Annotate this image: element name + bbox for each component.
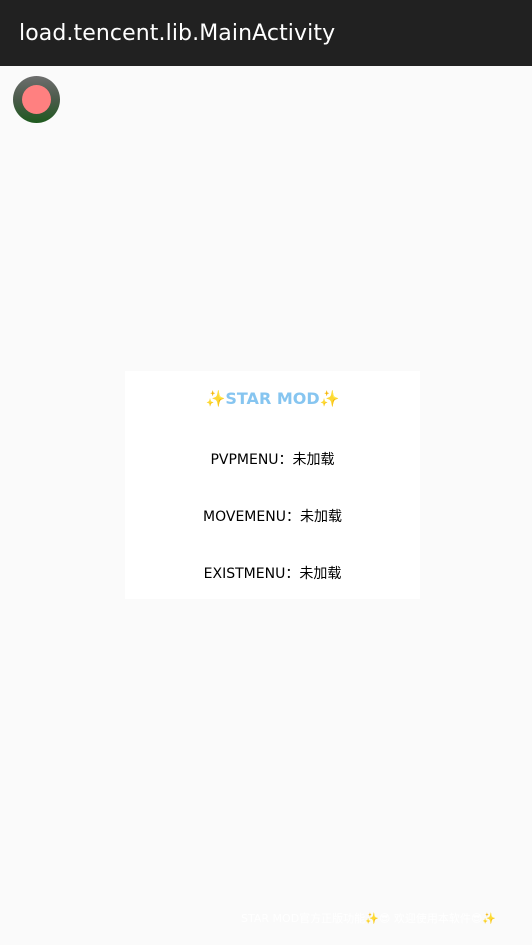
status-row-movemenu: MOVEMENU：未加载 xyxy=(125,506,420,526)
status-value: 未加载 xyxy=(292,452,335,468)
status-value: 未加载 xyxy=(299,509,342,525)
card-title-text: STAR MOD xyxy=(225,389,320,408)
sparkle-icon: ✨ xyxy=(319,389,340,408)
status-label: PVPMENU xyxy=(210,452,279,468)
floating-menu-button[interactable] xyxy=(13,76,60,123)
footer-text: STAR MOD官方正版功能✨😎 欢迎使用本软件😎✨ xyxy=(241,912,496,925)
status-label: EXISTMENU xyxy=(203,566,286,582)
status-separator: ： xyxy=(278,452,293,468)
app-bar: load.tencent.lib.MainActivity xyxy=(0,0,532,66)
status-separator: ： xyxy=(285,566,300,582)
status-value: 未加载 xyxy=(299,566,342,582)
status-label: MOVEMENU xyxy=(203,509,286,525)
card-title: ✨STAR MOD✨ xyxy=(125,389,420,408)
sparkle-icon: ✨ xyxy=(205,389,226,408)
app-title: load.tencent.lib.MainActivity xyxy=(19,20,336,46)
status-separator: ： xyxy=(285,509,300,525)
status-row-existmenu: EXISTMENU：未加载 xyxy=(125,563,420,583)
status-row-pvpmenu: PVPMENU：未加载 xyxy=(125,449,420,469)
record-icon xyxy=(22,85,51,114)
mod-status-card: ✨STAR MOD✨ PVPMENU：未加载 MOVEMENU：未加载 EXIS… xyxy=(125,371,420,599)
